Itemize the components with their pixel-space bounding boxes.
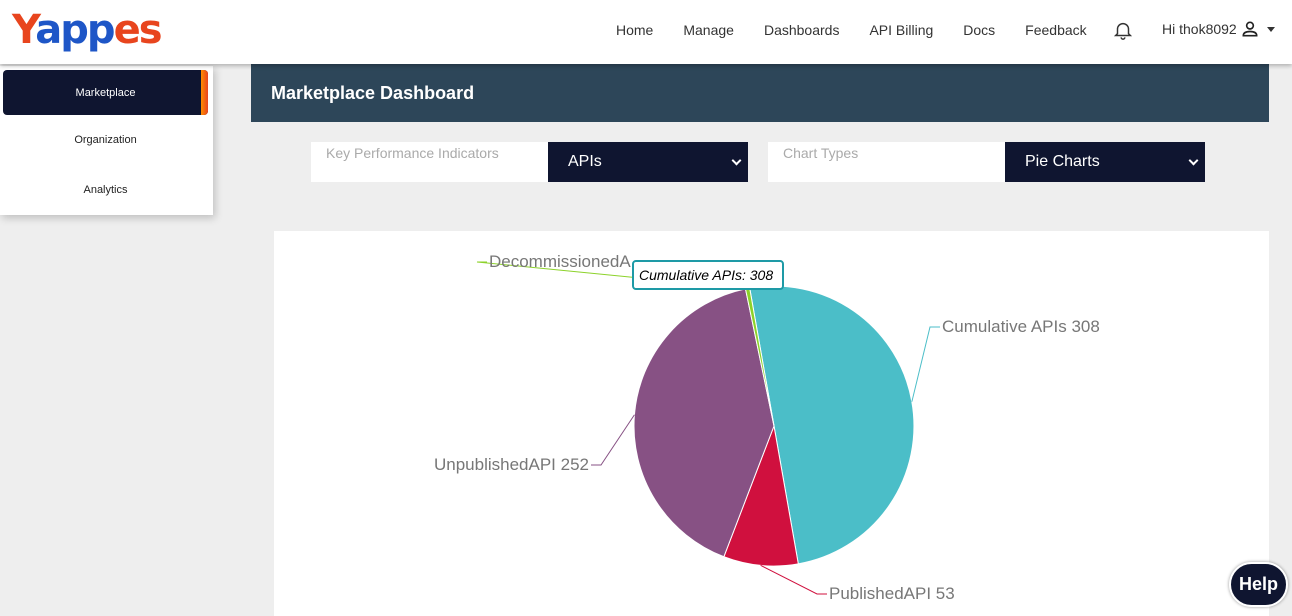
nav-manage[interactable]: Manage (683, 22, 734, 38)
pie-label-decommissionedapi: DecommissionedA (489, 252, 631, 271)
sidebar-item-analytics[interactable]: Analytics (3, 167, 208, 212)
sidebar-item-organization[interactable]: Organization (3, 117, 208, 162)
chart-type-label: Chart Types (768, 142, 1005, 182)
top-navbar: Yappes Home Manage Dashboards API Billin… (0, 0, 1292, 64)
nav-docs[interactable]: Docs (963, 22, 995, 38)
kpi-label: Key Performance Indicators (311, 142, 548, 182)
chart-type-select-value: Pie Charts (1025, 153, 1100, 170)
tooltip-text: Cumulative APIs: 308 (639, 267, 773, 283)
pie-connector-unpublishedapi (591, 414, 635, 466)
user-greeting: Hi thok8092 (1162, 21, 1237, 37)
nav-home[interactable]: Home (616, 22, 653, 38)
pie-label-publishedapi: PublishedAPI 53 (829, 584, 955, 603)
kpi-select[interactable]: APIs (548, 142, 748, 182)
nav-api-billing[interactable]: API Billing (869, 22, 933, 38)
chevron-down-icon (1266, 26, 1275, 32)
pie-chart: Cumulative APIs 308 PublishedAPI 53 Unpubl… (434, 252, 1100, 603)
chart-tooltip: Cumulative APIs: 308 (632, 260, 784, 290)
pie-label-cumulative-apis: Cumulative APIs 308 (942, 317, 1100, 336)
nav-dashboards[interactable]: Dashboards (764, 22, 840, 38)
chevron-down-icon (731, 155, 742, 166)
chart-type-select[interactable]: Pie Charts (1005, 142, 1205, 182)
user-menu[interactable]: Hi thok8092 (1162, 19, 1275, 39)
page-title: Marketplace Dashboard (271, 83, 475, 103)
pie-label-unpublishedapi: UnpublishedAPI 252 (434, 455, 589, 474)
pie-connector-cumulative-apis (911, 326, 940, 402)
chevron-down-icon (1188, 155, 1199, 166)
yappes-logo[interactable]: Yappes (12, 6, 162, 54)
chart-card: Cumulative APIs 308 PublishedAPI 53 Unpubl… (274, 231, 1269, 616)
main-nav: Home Manage Dashboards API Billing Docs … (616, 0, 1117, 60)
page-header: Marketplace Dashboard (251, 64, 1269, 122)
pie-connector-publishedapi (760, 564, 827, 595)
nav-feedback[interactable]: Feedback (1025, 22, 1086, 38)
kpi-select-value: APIs (568, 153, 602, 170)
user-icon (1242, 21, 1258, 37)
help-button[interactable]: Help (1229, 562, 1288, 607)
sidebar-item-marketplace[interactable]: Marketplace (3, 70, 208, 115)
bell-icon[interactable] (1112, 19, 1134, 41)
sidebar: Marketplace Organization Analytics (0, 66, 213, 215)
